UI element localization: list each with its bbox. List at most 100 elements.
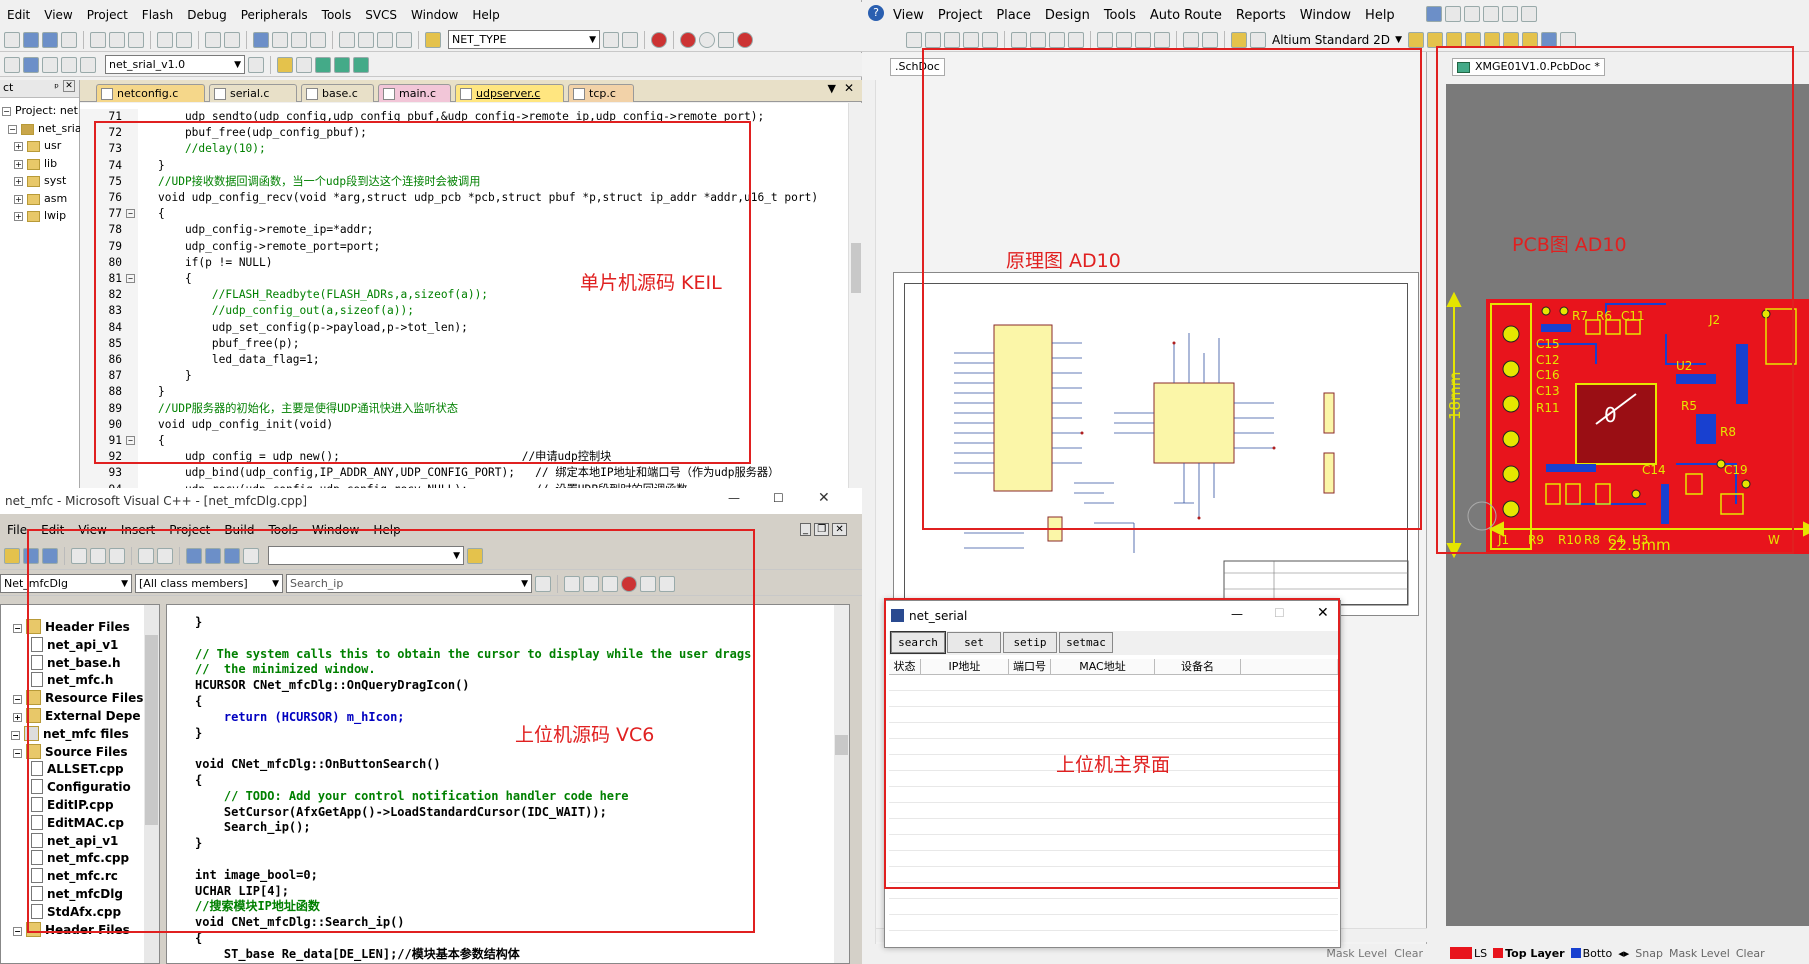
vc-paste-icon[interactable] bbox=[109, 547, 125, 564]
clear-filter-icon[interactable] bbox=[1154, 31, 1170, 48]
compile-icon[interactable] bbox=[564, 575, 580, 592]
zoom-select-icon[interactable] bbox=[982, 31, 998, 48]
altium-menu-help[interactable]: Help bbox=[1358, 8, 1402, 23]
pad-icon[interactable] bbox=[1465, 31, 1481, 48]
manage-components-icon[interactable] bbox=[277, 56, 293, 73]
undo-icon[interactable] bbox=[157, 31, 173, 48]
download-icon[interactable] bbox=[80, 56, 96, 73]
select-area-icon[interactable] bbox=[1097, 31, 1113, 48]
go-icon[interactable] bbox=[640, 575, 656, 592]
layer-top[interactable]: Top Layer bbox=[1493, 947, 1565, 960]
editor-tab-udpserver-c[interactable]: udpserver.c bbox=[455, 84, 564, 102]
vc-tree-item[interactable]: net_api_v1 bbox=[11, 832, 143, 851]
close-panel-icon[interactable]: ✕ bbox=[63, 80, 75, 92]
file-extensions-icon[interactable] bbox=[296, 56, 312, 73]
vc-tree-item[interactable]: StdAfx.cpp bbox=[11, 903, 143, 922]
grid-icon[interactable] bbox=[1521, 6, 1537, 22]
editor-tab-tcp-c[interactable]: tcp.c bbox=[568, 84, 634, 102]
bookmark-next-icon[interactable] bbox=[291, 31, 307, 48]
tree-toggle-icon[interactable]: + bbox=[13, 712, 22, 722]
zoom-fit-icon[interactable] bbox=[944, 31, 960, 48]
vc-copy-icon[interactable] bbox=[90, 547, 106, 564]
breakpoint-icon[interactable] bbox=[680, 31, 696, 48]
save-all-icon[interactable] bbox=[61, 31, 77, 48]
debug-start-icon[interactable] bbox=[651, 31, 667, 48]
find-combo[interactable]: ▼ bbox=[268, 546, 464, 565]
close-editor-icon[interactable]: ✕ bbox=[844, 81, 854, 95]
keil-code-text[interactable]: udp_sendto(udp_config,udp_config_pbuf,&u… bbox=[158, 109, 818, 488]
string-icon[interactable] bbox=[1541, 31, 1557, 48]
vc-save-all-icon[interactable] bbox=[42, 547, 58, 564]
target-options-icon[interactable] bbox=[248, 56, 264, 73]
mdi-close-button[interactable]: ✕ bbox=[832, 523, 847, 536]
vc-tree-item[interactable]: net_mfc.h bbox=[11, 672, 143, 690]
nav-back-icon[interactable] bbox=[205, 31, 221, 48]
expand-icon[interactable]: + bbox=[14, 142, 23, 151]
workspace-icon[interactable] bbox=[186, 547, 202, 564]
rubber-stamp-icon[interactable] bbox=[1068, 31, 1084, 48]
altium-menu-window[interactable]: Window bbox=[1293, 8, 1358, 23]
keil-menu-tools[interactable]: Tools bbox=[315, 8, 359, 22]
sch-tab[interactable]: .SchDoc bbox=[890, 58, 945, 76]
uncomment-icon[interactable] bbox=[396, 31, 412, 48]
nav-forward-icon[interactable] bbox=[224, 31, 240, 48]
incremental-find-icon[interactable] bbox=[622, 31, 638, 48]
column-header[interactable]: 设备名 bbox=[1155, 659, 1241, 674]
editor-tab-netconfig-c[interactable]: netconfig.c bbox=[96, 84, 205, 102]
expand-icon[interactable]: + bbox=[14, 194, 23, 204]
tree-toggle-icon[interactable]: − bbox=[13, 748, 22, 758]
tree-toggle-icon[interactable]: − bbox=[13, 624, 22, 633]
altium-menu-place[interactable]: Place bbox=[989, 8, 1038, 23]
keil-tree-item[interactable]: − Project: net bbox=[0, 102, 80, 120]
view-icon[interactable] bbox=[1502, 6, 1518, 22]
editor-tab-base-c[interactable]: base.c bbox=[301, 84, 374, 102]
keil-menu-project[interactable]: Project bbox=[80, 8, 135, 22]
distribute-icon[interactable] bbox=[1483, 6, 1499, 22]
rebuild-icon[interactable] bbox=[42, 56, 58, 73]
vc-menu-project[interactable]: Project bbox=[162, 523, 217, 537]
vc-tree-item[interactable]: EditMAC.cp bbox=[11, 814, 143, 833]
ad-cut-icon[interactable] bbox=[1011, 31, 1027, 48]
maximize-button[interactable]: ☐ bbox=[773, 491, 784, 505]
pcb-snap[interactable]: Snap bbox=[1635, 947, 1663, 960]
ad-redo-icon[interactable] bbox=[1202, 31, 1218, 48]
redo-icon[interactable] bbox=[176, 31, 192, 48]
vc-menu-window[interactable]: Window bbox=[305, 523, 366, 537]
vc-menu-view[interactable]: View bbox=[71, 523, 113, 537]
keil-tree-item[interactable]: − net_sria bbox=[0, 120, 80, 138]
ad-paste-icon[interactable] bbox=[1049, 31, 1065, 48]
interactive-route-icon[interactable] bbox=[1427, 31, 1443, 48]
pin-icon[interactable]: ᵖ bbox=[54, 81, 59, 94]
ad-undo-icon[interactable] bbox=[1183, 31, 1199, 48]
highlight-icon[interactable] bbox=[1231, 31, 1247, 48]
search-button[interactable]: search bbox=[890, 631, 946, 654]
altium-menu-view[interactable]: View bbox=[886, 8, 931, 23]
breakpoint-disable-all-icon[interactable] bbox=[718, 31, 734, 48]
vc-tree-item[interactable]: − Header Files bbox=[11, 619, 143, 637]
component-icon[interactable] bbox=[1560, 31, 1576, 48]
paste-icon[interactable] bbox=[128, 31, 144, 48]
layer-nav-icon[interactable]: ◂▸ bbox=[1618, 947, 1629, 960]
vc-tree-item[interactable]: − Resource Files bbox=[11, 690, 143, 708]
polygon-icon[interactable] bbox=[1522, 31, 1538, 48]
layer-bottom[interactable]: Botto bbox=[1570, 947, 1612, 960]
keil-menu-help[interactable]: Help bbox=[465, 8, 506, 22]
vc-cut-icon[interactable] bbox=[71, 547, 87, 564]
vc-tree-scrollbar[interactable] bbox=[144, 605, 159, 963]
keil-menu-view[interactable]: View bbox=[37, 8, 79, 22]
vc-tree-item[interactable]: ALLSET.cpp bbox=[11, 761, 143, 779]
vc-menu-edit[interactable]: Edit bbox=[34, 523, 71, 537]
keil-menu-svcs[interactable]: SVCS bbox=[358, 8, 404, 22]
via-icon[interactable] bbox=[1484, 31, 1500, 48]
vc-code-text[interactable]: } // The system calls this to obtain the … bbox=[195, 615, 751, 963]
rules-icon[interactable] bbox=[1250, 31, 1266, 48]
setmac-button[interactable]: setmac bbox=[1059, 632, 1113, 653]
editor-tab-serial-c[interactable]: serial.c bbox=[209, 84, 297, 102]
route-icon[interactable] bbox=[1408, 31, 1424, 48]
ad-copy-icon[interactable] bbox=[1030, 31, 1046, 48]
vc-tree-item[interactable]: net_api_v1 bbox=[11, 636, 143, 655]
editor-tab-main-c[interactable]: main.c bbox=[378, 84, 451, 102]
run-time-environment-icon[interactable] bbox=[353, 56, 369, 73]
setip-button[interactable]: setip bbox=[1003, 632, 1057, 653]
layer-ls[interactable]: LS bbox=[1450, 947, 1487, 960]
